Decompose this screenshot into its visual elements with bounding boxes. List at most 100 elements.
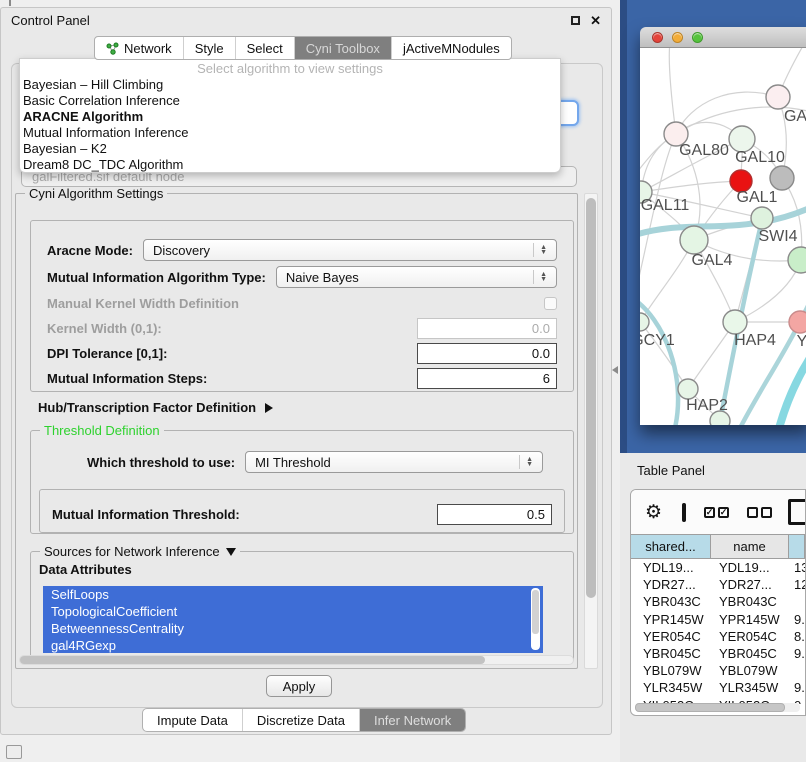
column-header-2[interactable] [789, 535, 805, 558]
dpi-tolerance-field[interactable]: 0.0 [417, 343, 557, 364]
tab-discretize-data[interactable]: Discretize Data [242, 709, 359, 731]
attribute-item-topologicalcoefficient[interactable]: TopologicalCoefficient [43, 603, 543, 620]
tab-infer-network[interactable]: Infer Network [359, 709, 465, 731]
attribute-item-gal4rgexp[interactable]: gal4RGexp [43, 637, 543, 653]
float-window-icon[interactable] [571, 16, 580, 25]
network-icon [106, 42, 119, 55]
tab-style[interactable]: Style [183, 37, 235, 59]
algorithm-option-aracne-algorithm[interactable]: ARACNE Algorithm [20, 109, 560, 125]
zoom-traffic-light-icon[interactable] [692, 32, 703, 43]
cyni-algorithm-settings-group: Cyni Algorithm Settings Algorithm Defini… [15, 193, 578, 669]
table-row[interactable]: YBR043CYBR043C [631, 593, 805, 610]
table-row[interactable]: YDL19...YDL19...13 [631, 559, 805, 576]
column-header-name[interactable]: name [711, 535, 789, 558]
table-cell: YBR045C [631, 646, 711, 661]
tab-label: Style [195, 41, 224, 56]
network-node[interactable] [640, 313, 649, 331]
which-threshold-combo[interactable]: MI Threshold ▲▼ [245, 451, 543, 473]
data-attributes-list[interactable]: SelfLoopsTopologicalCoefficientBetweenne… [43, 586, 543, 653]
node-label-gal1: GAL1 [737, 189, 778, 206]
collapse-down-icon[interactable] [226, 548, 236, 556]
control-panel-titlebar: Control Panel ✕ [1, 8, 611, 32]
checked-checkboxes-icon[interactable]: ✓ ✓ [704, 507, 729, 518]
aracne-mode-combo[interactable]: Discovery ▲▼ [143, 239, 557, 261]
mi-steps-row: Mutual Information Steps: 6 [47, 368, 557, 389]
table-row[interactable]: YLR345WYLR345W9. [631, 679, 805, 696]
attributes-scrollbar-thumb[interactable] [532, 590, 539, 634]
network-node[interactable] [751, 207, 773, 229]
table-hscrollbar-thumb[interactable] [635, 703, 785, 712]
network-window-titlebar[interactable] [640, 27, 806, 48]
settings-vscrollbar-thumb[interactable] [586, 198, 596, 598]
algorithm-option-bayesian-hill-climbing[interactable]: Bayesian – Hill Climbing [20, 77, 560, 93]
mi-type-combo[interactable]: Naive Bayes ▲▼ [276, 266, 557, 288]
network-node[interactable] [678, 379, 698, 399]
aracne-mode-label: Aracne Mode: [47, 243, 133, 258]
column-header-shared[interactable]: shared... [631, 535, 711, 558]
minimized-panel-icon[interactable] [6, 745, 22, 759]
table-panel: Table Panel ⚙ ✓ ✓ shared...name YDL19...… [620, 453, 806, 762]
tab-jactivemnodules[interactable]: jActiveMNodules [391, 37, 511, 59]
settings-hscrollbar-thumb[interactable] [20, 656, 485, 664]
settings-vertical-scrollbar[interactable] [584, 193, 598, 669]
gear-icon[interactable]: ⚙ [645, 503, 662, 522]
table-row[interactable]: YER054CYER054C8. [631, 628, 805, 645]
hub-definition-toggle[interactable]: Hub/Transcription Factor Definition [38, 400, 273, 415]
algorithm-option-basic-correlation-inference[interactable]: Basic Correlation Inference [20, 93, 560, 109]
node-label-swi4: SWI4 [758, 228, 797, 245]
table-cell: 9. [789, 646, 805, 661]
document-icon[interactable] [788, 499, 806, 525]
table-cell: 9. [789, 612, 805, 627]
table-row[interactable]: YDR27...YDR27...12 [631, 576, 805, 593]
node-label-y: Y [797, 333, 806, 350]
table-cell: YER054C [711, 629, 789, 644]
close-icon[interactable]: ✕ [590, 14, 601, 27]
table-cell: YPR145W [631, 612, 711, 627]
split-view-icon[interactable] [682, 503, 686, 522]
tab-impute-data[interactable]: Impute Data [143, 709, 242, 731]
network-node[interactable] [723, 310, 747, 334]
kernel-width-row: Kernel Width (0,1): 0.0 [47, 318, 557, 339]
table-row[interactable]: YPR145WYPR145W9. [631, 611, 805, 628]
mi-steps-field[interactable]: 6 [417, 368, 557, 389]
attributes-scrollbar[interactable] [531, 588, 540, 650]
table-cell: YBR043C [631, 594, 711, 609]
close-traffic-light-icon[interactable] [652, 32, 663, 43]
threshold-definition-group: Threshold Definition Which threshold to … [30, 430, 574, 534]
table-horizontal-scrollbar[interactable] [635, 703, 800, 712]
node-label-gal: GAL [784, 108, 806, 125]
tab-select[interactable]: Select [235, 37, 294, 59]
which-threshold-row: Which threshold to use: MI Threshold ▲▼ [87, 451, 543, 473]
attribute-item-selfloops[interactable]: SelfLoops [43, 586, 543, 603]
network-node[interactable] [766, 85, 790, 109]
network-node[interactable] [770, 166, 794, 190]
apply-button[interactable]: Apply [266, 675, 332, 697]
split-pane-collapse-icon[interactable] [612, 366, 618, 374]
node-label-hap2: HAP2 [686, 397, 728, 414]
table-row[interactable]: YBR045CYBR045C9. [631, 645, 805, 662]
mi-threshold-field[interactable]: 0.5 [437, 504, 552, 525]
network-node[interactable] [789, 311, 806, 333]
table-cell: YBL079W [631, 663, 711, 678]
network-node[interactable] [680, 226, 708, 254]
table-panel-title: Table Panel [637, 463, 705, 478]
minimize-traffic-light-icon[interactable] [672, 32, 683, 43]
table-cell: 12 [789, 577, 805, 592]
network-node[interactable] [788, 247, 806, 273]
algorithm-option-mutual-information-inference[interactable]: Mutual Information Inference [20, 125, 560, 141]
network-canvas[interactable]: GAL80GAL10GALGAL1GAL11SWI4GAL4GCY1HAP4YH… [640, 48, 806, 425]
tab-network[interactable]: Network [95, 37, 183, 59]
unchecked-checkboxes-icon[interactable] [747, 507, 772, 518]
attribute-item-betweennesscentrality[interactable]: BetweennessCentrality [43, 620, 543, 637]
table-cell: YDR27... [711, 577, 789, 592]
algorithm-option-dream8-dc-tdc-algorithm[interactable]: Dream8 DC_TDC Algorithm [20, 157, 560, 173]
algorithm-option-bayesian-k2[interactable]: Bayesian – K2 [20, 141, 560, 157]
kernel-width-field[interactable]: 0.0 [417, 318, 557, 339]
table-row[interactable]: YBL079WYBL079W [631, 662, 805, 679]
manual-kernel-checkbox[interactable] [544, 297, 557, 310]
algorithm-definition-group: Algorithm Definition Aracne Mode: Discov… [30, 220, 574, 392]
mi-threshold-row: Mutual Information Threshold: 0.5 [52, 504, 552, 525]
expand-right-icon [265, 403, 273, 413]
tab-cyni-toolbox[interactable]: Cyni Toolbox [294, 37, 391, 59]
settings-horizontal-scrollbar[interactable] [19, 655, 574, 665]
